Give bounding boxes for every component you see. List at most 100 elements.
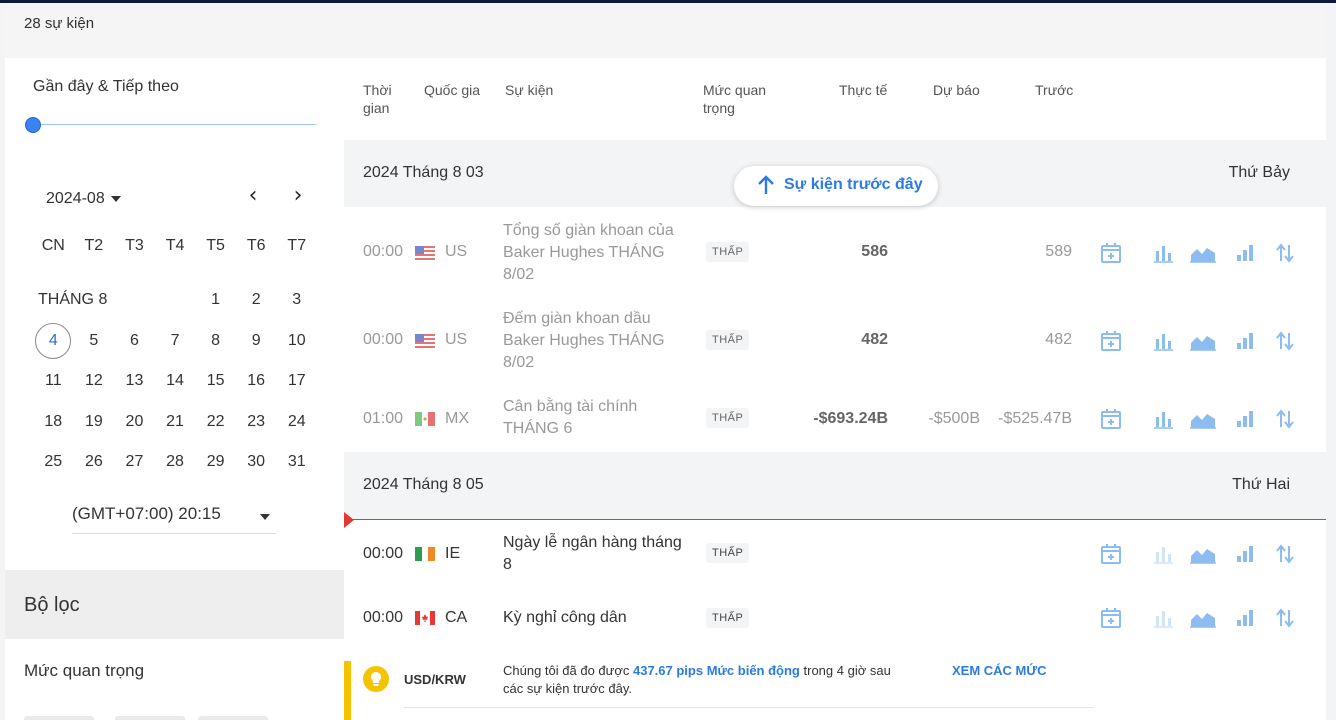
previous-events-button[interactable]: Sự kiện trước đây	[734, 166, 938, 206]
area-chart-icon[interactable]	[1189, 407, 1217, 431]
currency-pair: USD/KRW	[404, 672, 466, 687]
ie-flag-icon	[415, 547, 435, 561]
calendar-day[interactable]: 22	[195, 413, 236, 431]
calendar-day[interactable]: 24	[276, 413, 317, 431]
calendar-day[interactable]: 5	[74, 332, 115, 350]
calendar-day[interactable]: 11	[33, 372, 74, 390]
header-importance: Mức quan trọng	[703, 82, 767, 116]
importance-option[interactable]	[115, 716, 185, 720]
calendar-day[interactable]: 27	[114, 453, 155, 471]
header-actual: Thực tế	[839, 82, 888, 98]
month-select-value: 2024-08	[46, 190, 105, 207]
promo-divider	[404, 707, 1094, 708]
event-count: 28 sự kiện	[5, 3, 1326, 58]
range-slider-handle[interactable]	[25, 117, 41, 133]
event-country: US	[445, 243, 468, 260]
view-levels-link[interactable]: XEM CÁC MỨC	[952, 662, 1047, 680]
bar-chart-icon[interactable]	[1151, 606, 1175, 630]
calendar-day[interactable]: 31	[276, 453, 317, 471]
event-name[interactable]: Ngày lễ ngân hàng tháng 8	[503, 532, 693, 576]
calendar-day[interactable]: 20	[114, 413, 155, 431]
table-row[interactable]: 00:00 CA Kỳ nghỉ công dân THẤP	[344, 588, 1326, 648]
bar-chart-icon[interactable]	[1151, 329, 1175, 353]
importance-option[interactable]	[198, 716, 268, 720]
next-month-button[interactable]: ›	[286, 184, 310, 208]
event-time: 00:00	[363, 331, 404, 348]
add-calendar-icon[interactable]	[1099, 407, 1123, 431]
area-chart-icon[interactable]	[1189, 241, 1217, 265]
table-row[interactable]: 00:00 US Tổng số giàn khoan của Baker Hu…	[344, 208, 1326, 296]
header-event: Sự kiện	[505, 82, 554, 98]
table-header: Thời gian Quốc gia Sự kiện Mức quan trọn…	[344, 58, 1326, 140]
calendar-day[interactable]: 18	[33, 413, 74, 431]
calendar-day[interactable]: 13	[114, 372, 155, 390]
calendar-day[interactable]: 16	[236, 372, 277, 390]
area-chart-icon[interactable]	[1189, 542, 1217, 566]
promo-accent-bar	[344, 661, 351, 720]
importance-badge: THẤP	[706, 608, 750, 628]
event-name[interactable]: Đếm giàn khoan dầu Baker Hughes THÁNG 8/…	[503, 308, 693, 374]
add-calendar-icon[interactable]	[1099, 542, 1123, 566]
calendar-day[interactable]: 21	[155, 413, 196, 431]
calendar-day[interactable]: 26	[74, 453, 115, 471]
calendar-day[interactable]: 1	[195, 291, 236, 309]
bar-chart-icon[interactable]	[1151, 542, 1175, 566]
table-row[interactable]: 00:00 IE Ngày lễ ngân hàng tháng 8 THẤP	[344, 520, 1326, 588]
calendar-day[interactable]: 3	[276, 291, 317, 309]
signal-chart-icon[interactable]	[1233, 606, 1257, 630]
signal-chart-icon[interactable]	[1233, 329, 1257, 353]
signal-chart-icon[interactable]	[1233, 241, 1257, 265]
calendar-day[interactable]: 7	[155, 332, 196, 350]
sort-arrows-icon[interactable]	[1273, 329, 1297, 353]
add-calendar-icon[interactable]	[1099, 241, 1123, 265]
sort-arrows-icon[interactable]	[1273, 606, 1297, 630]
today-marker: 4	[35, 322, 72, 359]
calendar-day[interactable]: 14	[155, 372, 196, 390]
calendar-day[interactable]: 23	[236, 413, 277, 431]
header-previous: Trước	[1035, 82, 1074, 98]
range-slider-track[interactable]	[33, 124, 316, 125]
calendar-day[interactable]: 30	[236, 453, 277, 471]
table-row[interactable]: 01:00 MX Cân bằng tài chính THÁNG 6 THẤP…	[344, 384, 1326, 452]
timezone-select[interactable]: (GMT+07:00) 20:15	[72, 504, 276, 534]
bar-chart-icon[interactable]	[1151, 407, 1175, 431]
add-calendar-icon[interactable]	[1099, 606, 1123, 630]
table-row[interactable]: 00:00 US Đếm giàn khoan dầu Baker Hughes…	[344, 296, 1326, 384]
promo-highlight: 437.67 pips Mức biến động	[632, 663, 800, 678]
weekday-label: T4	[165, 237, 185, 254]
calendar-day[interactable]: 28	[155, 453, 196, 471]
calendar-day-today[interactable]: 4	[33, 322, 74, 359]
month-select[interactable]: 2024-08	[46, 190, 121, 208]
area-chart-icon[interactable]	[1189, 606, 1217, 630]
calendar-day[interactable]: 2	[236, 291, 277, 309]
bar-chart-icon[interactable]	[1151, 241, 1175, 265]
event-previous: 589	[1045, 243, 1072, 260]
calendar-day[interactable]: 25	[33, 453, 74, 471]
prev-month-button[interactable]: ‹	[241, 184, 265, 208]
calendar-day[interactable]: 19	[74, 413, 115, 431]
event-actual: 586	[861, 243, 888, 260]
importance-badge: THẤP	[706, 242, 750, 262]
calendar-day[interactable]: 6	[114, 332, 155, 350]
signal-chart-icon[interactable]	[1233, 407, 1257, 431]
calendar-day[interactable]: 10	[276, 332, 317, 350]
sort-arrows-icon[interactable]	[1273, 241, 1297, 265]
event-name[interactable]: Cân bằng tài chính THÁNG 6	[503, 396, 693, 440]
calendar-day[interactable]: 8	[195, 332, 236, 350]
area-chart-icon[interactable]	[1189, 329, 1217, 353]
sort-arrows-icon[interactable]	[1273, 407, 1297, 431]
sort-arrows-icon[interactable]	[1273, 542, 1297, 566]
calendar-week: 11 12 13 14 15 16 17	[33, 361, 317, 402]
event-name[interactable]: Kỳ nghỉ công dân	[503, 607, 723, 629]
calendar-day[interactable]: 29	[195, 453, 236, 471]
calendar-day[interactable]: 9	[236, 332, 277, 350]
importance-option[interactable]	[24, 716, 94, 720]
signal-chart-icon[interactable]	[1233, 542, 1257, 566]
calendar-day[interactable]: 15	[195, 372, 236, 390]
importance-badge: THẤP	[706, 330, 750, 350]
calendar-day[interactable]: 17	[276, 372, 317, 390]
calendar-day[interactable]: 12	[74, 372, 115, 390]
event-name[interactable]: Tổng số giàn khoan của Baker Hughes THÁN…	[503, 220, 693, 286]
add-calendar-icon[interactable]	[1099, 329, 1123, 353]
volatility-promo: USD/KRW Chúng tôi đã đo được 437.67 pips…	[344, 658, 1326, 720]
